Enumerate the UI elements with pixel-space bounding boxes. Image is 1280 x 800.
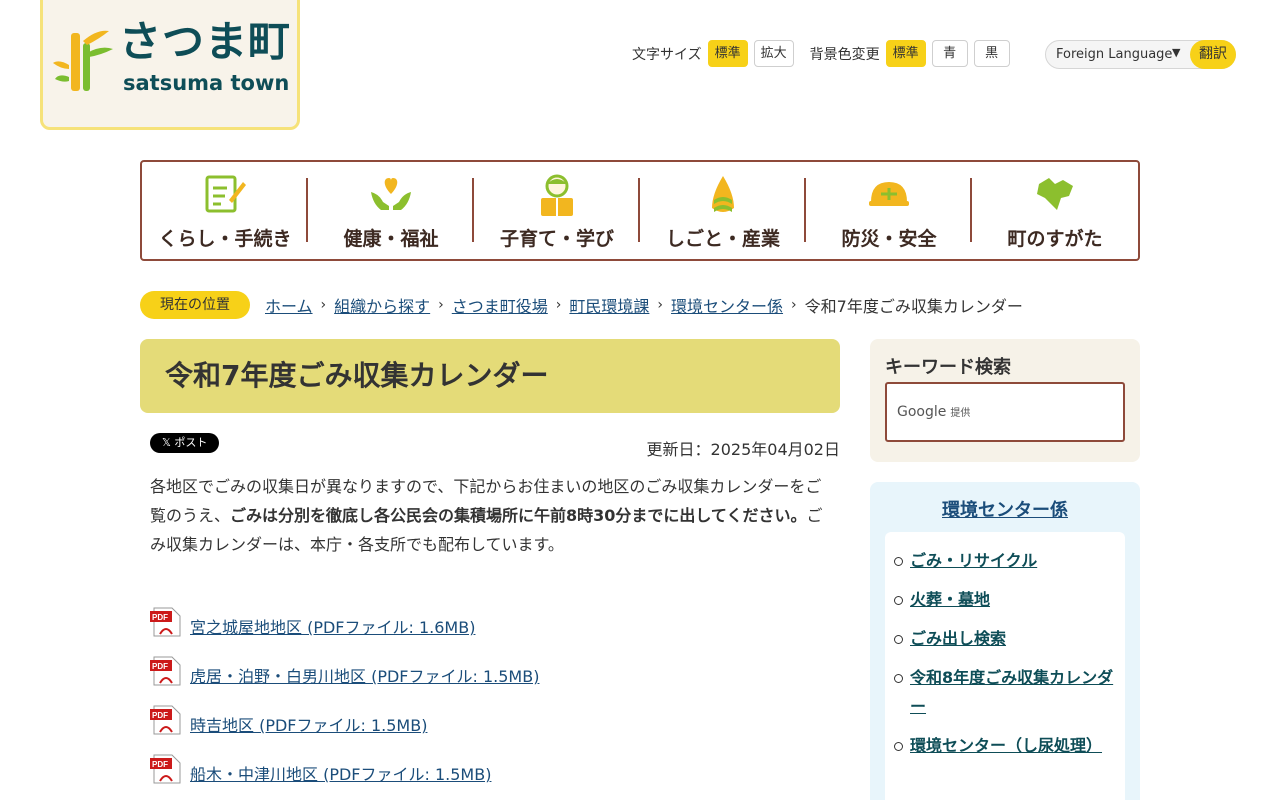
pdf-icon: PDF	[150, 656, 181, 686]
x-post-button[interactable]: 𝕏 ポスト	[150, 433, 220, 453]
list-item: 環境センター（し尿処理）	[894, 731, 1115, 760]
nav-item-label: 防災・安全	[841, 228, 937, 250]
google-provided-label: 提供	[950, 408, 971, 419]
list-item: PDF 船木・中津川地区 (PDFファイル: 1.5MB)	[150, 753, 539, 800]
nav-item-label: くらし・手続き	[158, 228, 292, 250]
font-standard-button[interactable]: 標準	[707, 40, 748, 67]
section-sidebar: 環境センター係 ごみ・リサイクル 火葬・墓地 ごみ出し検索 令和8年度ごみ収集カ…	[870, 482, 1140, 800]
pdf-icon: PDF	[150, 607, 181, 637]
list-item: ごみ・リサイクル	[894, 546, 1115, 575]
logo-japanese: さつま町	[119, 17, 292, 66]
list-item: PDF 宮之城屋地地区 (PDFファイル: 1.6MB)	[150, 606, 539, 655]
chevron-down-icon: ▼	[1172, 46, 1181, 59]
page-title: 令和7年度ごみ収集カレンダー	[140, 339, 840, 413]
nav-item-town[interactable]: 町のすがた	[972, 162, 1138, 259]
section-sidebar-title-link[interactable]: 環境センター係	[942, 500, 1068, 521]
chevron-right-icon: ›	[320, 297, 327, 313]
site-logo[interactable]: さつま町 satsuma town	[40, 0, 300, 130]
heart-hands-icon	[371, 178, 411, 210]
helmet-icon	[869, 182, 909, 206]
list-item: ごみ出し検索	[894, 624, 1115, 653]
logo-english: satsuma town	[123, 71, 290, 95]
chevron-right-icon: ›	[791, 297, 797, 313]
svg-text:PDF: PDF	[152, 662, 168, 671]
translate-button[interactable]: 翻訳	[1190, 40, 1236, 69]
chevron-right-icon: ›	[555, 297, 562, 313]
font-large-button[interactable]: 拡大	[753, 40, 794, 67]
section-sidebar-title: 環境センター係	[870, 496, 1140, 522]
breadcrumb-link-town-office[interactable]: さつま町役場	[452, 293, 548, 317]
svg-text:PDF: PDF	[152, 613, 168, 622]
pdf-link[interactable]: 宮之城屋地地区 (PDFファイル: 1.6MB)	[190, 614, 475, 638]
google-label: Google	[897, 404, 947, 420]
bg-color-label: 背景色変更	[809, 46, 880, 63]
bg-black-button[interactable]: 黒	[973, 40, 1010, 67]
google-search-branding: Google 提供	[897, 404, 970, 420]
child-book-icon	[541, 174, 573, 216]
global-nav: くらし・手続き 健康・福祉 子育て・学び しごと・産業 防災・安全 町のすがた	[140, 160, 1140, 261]
nav-item-life[interactable]: くらし・手続き	[142, 162, 308, 259]
language-select[interactable]: Foreign Language ▼ 翻訳	[1045, 40, 1236, 69]
pdf-list: PDF 宮之城屋地地区 (PDFファイル: 1.6MB) PDF 虎居・泊野・白…	[150, 606, 539, 800]
chevron-right-icon: ›	[438, 297, 444, 313]
nav-item-education[interactable]: 子育て・学び	[474, 162, 640, 259]
sidebar-link-garbage-search[interactable]: ごみ出し検索	[910, 629, 1006, 648]
nav-item-work[interactable]: しごと・産業	[640, 162, 806, 259]
intro-text-bold: ごみは分別を徹底し各公民会の集積場所に午前8時30分までに出してください。	[230, 506, 807, 525]
list-item: 火葬・墓地	[894, 585, 1115, 614]
sidebar-link-env-center[interactable]: 環境センター（し尿処理）	[910, 736, 1102, 755]
pdf-link[interactable]: 虎居・泊野・白男川地区 (PDFファイル: 1.5MB)	[190, 663, 539, 687]
nav-item-label: 町のすがた	[1007, 228, 1103, 250]
nav-item-safety[interactable]: 防災・安全	[806, 162, 972, 259]
pdf-icon: PDF	[150, 754, 181, 784]
list-item: PDF 虎居・泊野・白男川地区 (PDFファイル: 1.5MB)	[150, 655, 539, 704]
bamboo-logo-icon	[53, 30, 113, 91]
sidebar-link-garbage-recycle[interactable]: ごみ・リサイクル	[910, 551, 1037, 570]
svg-text:PDF: PDF	[152, 760, 168, 769]
pdf-icon: PDF	[150, 705, 181, 735]
pdf-link[interactable]: 船木・中津川地区 (PDFファイル: 1.5MB)	[190, 761, 491, 785]
intro-text: 各地区でごみの収集日が異なりますので、下記からお住まいの地区のごみ収集カレンダー…	[150, 472, 830, 559]
sidebar-link-cremation[interactable]: 火葬・墓地	[910, 590, 990, 609]
nav-item-health[interactable]: 健康・福祉	[308, 162, 474, 259]
breadcrumb-link-organization[interactable]: 組織から探す	[334, 293, 430, 317]
bg-standard-button[interactable]: 標準	[885, 40, 926, 67]
accessibility-tools: 文字サイズ 標準 拡大 背景色変更 標準 青 黒	[632, 40, 1016, 67]
bamboo-shoot-icon	[712, 176, 734, 212]
keyword-search-panel: キーワード検索 Google 提供	[870, 339, 1140, 462]
breadcrumb-link-section[interactable]: 環境センター係	[671, 293, 783, 317]
nav-item-label: 健康・福祉	[343, 228, 439, 250]
section-link-list: ごみ・リサイクル 火葬・墓地 ごみ出し検索 令和8年度ごみ収集カレンダー 環境セ…	[885, 532, 1125, 800]
keyword-search-title: キーワード検索	[885, 357, 1011, 378]
breadcrumb-link-department[interactable]: 町民環境課	[569, 293, 649, 317]
list-item: PDF 時吉地区 (PDFファイル: 1.5MB)	[150, 704, 539, 753]
document-pen-icon	[205, 175, 246, 213]
breadcrumb: 現在の位置 ホーム › 組織から探す › さつま町役場 › 町民環境課 › 環境…	[140, 291, 1023, 319]
breadcrumb-link-home[interactable]: ホーム	[265, 293, 313, 317]
breadcrumb-current: 令和7年度ごみ収集カレンダー	[804, 297, 1023, 316]
breadcrumb-here-badge: 現在の位置	[140, 291, 250, 319]
bg-blue-button[interactable]: 青	[931, 40, 968, 67]
town-map-icon	[1037, 178, 1073, 210]
chevron-right-icon: ›	[657, 297, 664, 313]
nav-item-label: 子育て・学び	[499, 228, 614, 250]
svg-text:PDF: PDF	[152, 711, 168, 720]
sidebar-link-r8-calendar[interactable]: 令和8年度ごみ収集カレンダー	[910, 668, 1113, 716]
list-item: 令和8年度ごみ収集カレンダー	[894, 663, 1115, 721]
pdf-link[interactable]: 時吉地区 (PDFファイル: 1.5MB)	[190, 712, 427, 736]
updated-date: 更新日：2025年04月02日	[646, 440, 840, 459]
font-size-label: 文字サイズ	[632, 46, 702, 63]
search-input[interactable]: Google 提供	[885, 382, 1125, 442]
nav-item-label: しごと・産業	[665, 228, 780, 250]
language-select-value: Foreign Language	[1056, 47, 1173, 62]
